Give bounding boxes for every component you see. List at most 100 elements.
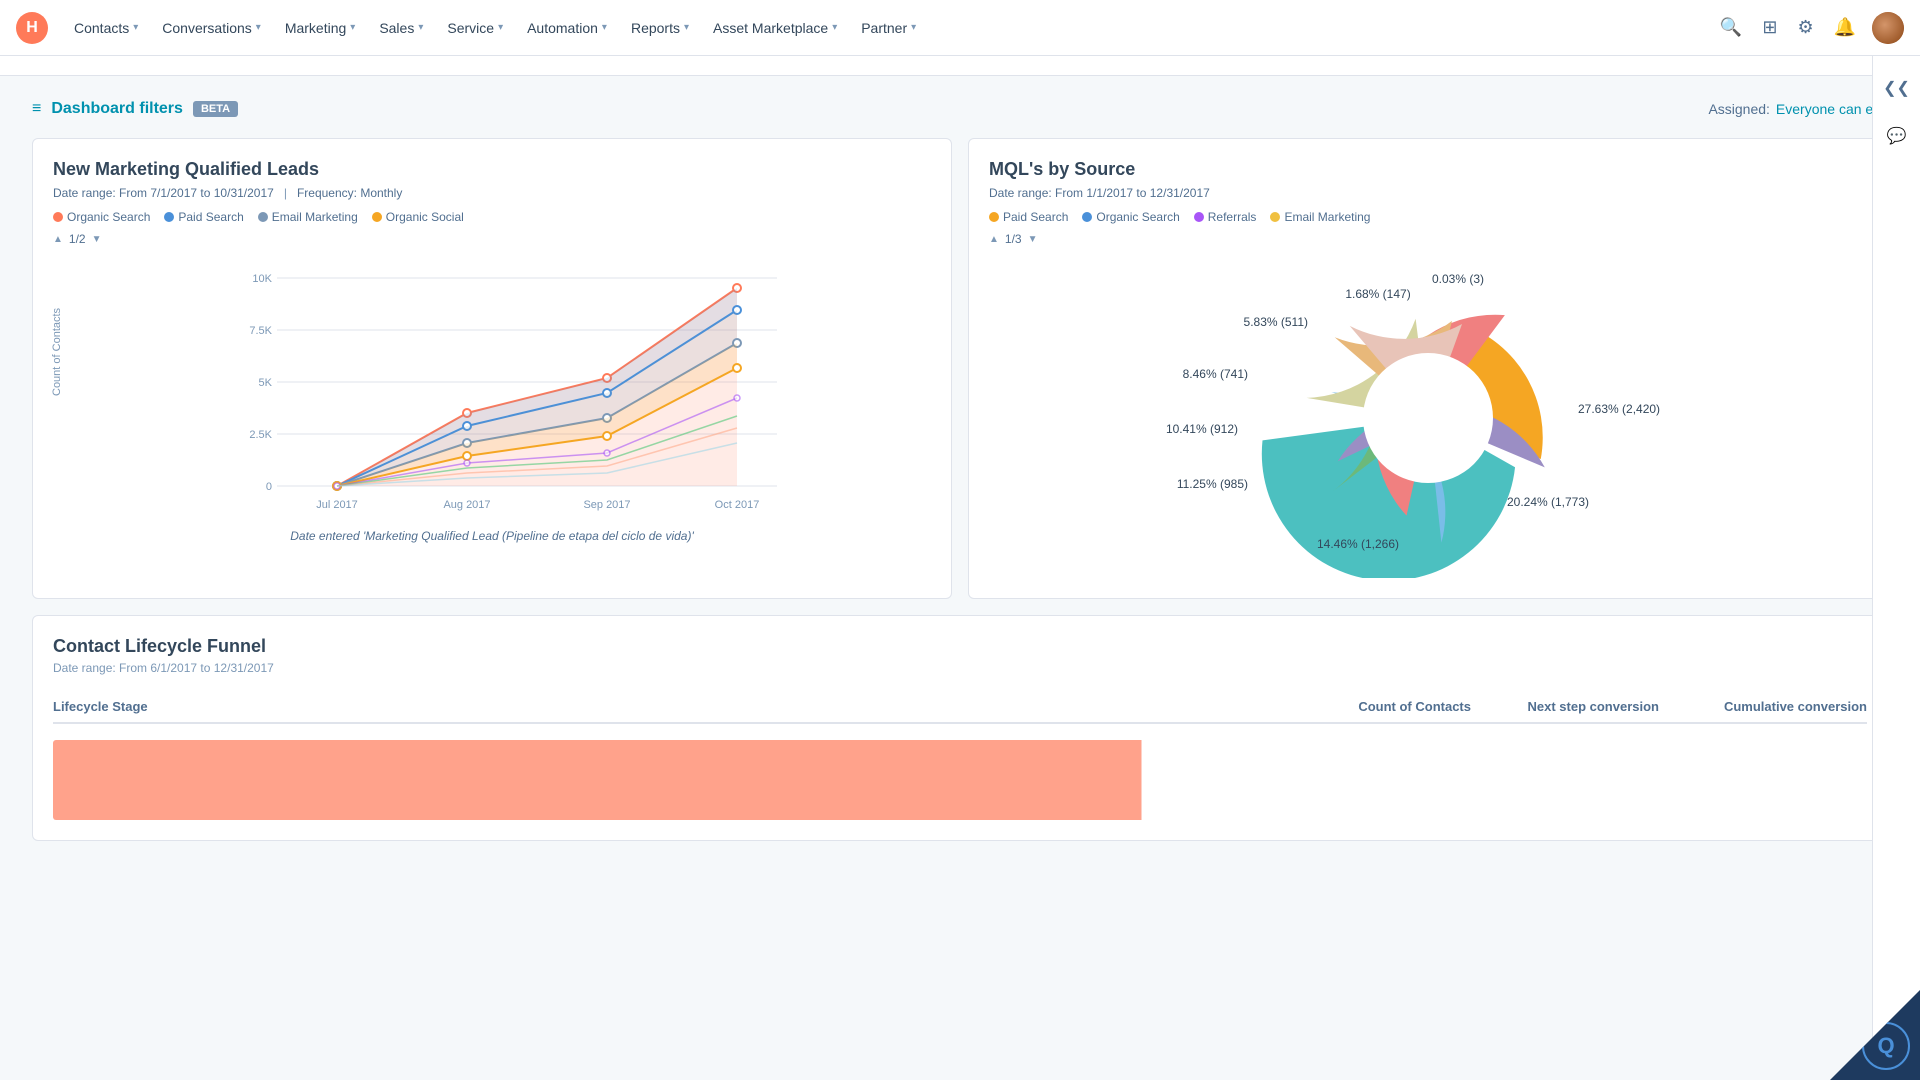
avatar-image	[1872, 12, 1904, 44]
chevron-down-icon: ▾	[350, 22, 355, 33]
notifications-icon[interactable]: 🔔	[1830, 13, 1860, 42]
legend-item-paid-search: Paid Search	[989, 210, 1068, 224]
chart2-date-range: Date range: From 1/1/2017 to 12/31/2017	[989, 186, 1867, 200]
chart1-legend: Organic Search Paid Search Email Marketi…	[53, 210, 931, 224]
legend-item-organic-social: Organic Social	[372, 210, 464, 224]
svg-text:11.25% (985): 11.25% (985)	[1177, 477, 1248, 491]
legend-dot-email	[1270, 212, 1280, 222]
beta-badge: BETA	[193, 101, 238, 117]
svg-text:14.46% (1,266): 14.46% (1,266)	[1317, 537, 1399, 551]
svg-text:2.5K: 2.5K	[249, 429, 272, 441]
nav-item-automation[interactable]: Automation ▾	[517, 14, 617, 42]
line-chart-container: Count of Contacts 10K 7.5K 5K 2.5K 0	[53, 258, 931, 521]
svg-text:10.41% (912): 10.41% (912)	[1166, 422, 1238, 436]
funnel-col-next-step: Next step conversion	[1479, 699, 1659, 714]
legend-item-paid-search: Paid Search	[164, 210, 243, 224]
funnel-title: Contact Lifecycle Funnel	[53, 636, 1867, 657]
nav-right-section: 🔍 ⊞ ⚙ 🔔	[1716, 12, 1904, 44]
svg-text:20.24% (1,773): 20.24% (1,773)	[1507, 495, 1589, 509]
marketplace-icon[interactable]: ⊞	[1758, 13, 1781, 42]
right-panel: ❮❮ 💬	[1872, 56, 1920, 1080]
nav-item-contacts[interactable]: Contacts ▾	[64, 14, 148, 42]
new-mql-chart-card: New Marketing Qualified Leads Date range…	[32, 138, 952, 599]
chevron-down-icon: ▾	[133, 22, 138, 33]
svg-text:0.03% (3): 0.03% (3)	[1432, 272, 1484, 286]
user-avatar[interactable]	[1872, 12, 1904, 44]
nav-item-asset-marketplace[interactable]: Asset Marketplace ▾	[703, 14, 847, 42]
chevron-down-icon: ▾	[418, 22, 423, 33]
legend-item-organic-search: Organic Search	[1082, 210, 1179, 224]
legend-item-email-marketing: Email Marketing	[258, 210, 358, 224]
svg-text:10K: 10K	[252, 273, 272, 285]
legend-item-email-marketing: Email Marketing	[1270, 210, 1370, 224]
chevron-down-icon: ▾	[498, 22, 503, 33]
nav-item-partner[interactable]: Partner ▾	[851, 14, 926, 42]
search-icon[interactable]: 🔍	[1716, 13, 1746, 42]
filters-bar: ≡ Dashboard filters BETA Assigned: Every…	[32, 100, 1888, 118]
legend-dot-paid	[989, 212, 999, 222]
svg-text:Aug 2017: Aug 2017	[443, 499, 490, 511]
legend-dot-email	[258, 212, 268, 222]
funnel-table-header: Lifecycle Stage Count of Contacts Next s…	[53, 691, 1867, 724]
svg-text:Jul 2017: Jul 2017	[316, 499, 358, 511]
help-badge-icon[interactable]: Q	[1862, 1022, 1910, 1070]
nav-item-service[interactable]: Service ▾	[437, 14, 513, 42]
hubspot-logo[interactable]: H	[16, 12, 48, 44]
svg-text:1.68% (147): 1.68% (147)	[1345, 287, 1410, 301]
chart2-pagination: ▲ 1/3 ▼	[989, 232, 1867, 246]
nav-item-reports[interactable]: Reports ▾	[621, 14, 699, 42]
nav-item-marketing[interactable]: Marketing ▾	[275, 14, 366, 42]
funnel-col-count: Count of Contacts	[1291, 699, 1471, 714]
legend-item-organic-search: Organic Search	[53, 210, 150, 224]
filters-left: ≡ Dashboard filters BETA	[32, 100, 238, 118]
donut-chart-svg: 27.63% (2,420) 20.24% (1,773) 14.46% (1,…	[1148, 258, 1708, 578]
chart1-title: New Marketing Qualified Leads	[53, 159, 931, 180]
filters-label[interactable]: Dashboard filters	[51, 100, 183, 118]
svg-text:Oct 2017: Oct 2017	[715, 499, 760, 511]
y-axis-label: Count of Contacts	[51, 307, 63, 395]
legend-dot-paid	[164, 212, 174, 222]
pagination-next-icon[interactable]: ▼	[1028, 234, 1038, 245]
content-wrapper: ☆ Lead Generation ▾ Create dashboard Act…	[0, 0, 1920, 1024]
nav-item-conversations[interactable]: Conversations ▾	[152, 14, 271, 42]
chart2-legend: Paid Search Organic Search Referrals Ema…	[989, 210, 1867, 224]
pagination-prev-icon[interactable]: ▲	[989, 234, 999, 245]
svg-text:5.83% (511): 5.83% (511)	[1244, 315, 1308, 329]
legend-item-referrals: Referrals	[1194, 210, 1257, 224]
filter-lines-icon: ≡	[32, 100, 41, 118]
assigned-section: Assigned: Everyone can edit	[1708, 101, 1888, 117]
collapse-icon[interactable]: ❮❮	[1877, 72, 1916, 104]
funnel-date: Date range: From 6/1/2017 to 12/31/2017	[53, 661, 1867, 675]
funnel-bar-row	[53, 740, 1867, 820]
assigned-label: Assigned:	[1708, 101, 1769, 117]
chart1-pagination: ▲ 1/2 ▼	[53, 232, 931, 246]
donut-chart-container: 27.63% (2,420) 20.24% (1,773) 14.46% (1,…	[989, 258, 1867, 578]
chat-icon[interactable]: 💬	[1881, 120, 1913, 152]
svg-text:0: 0	[266, 481, 272, 493]
svg-text:7.5K: 7.5K	[249, 325, 272, 337]
chevron-down-icon: ▾	[256, 22, 261, 33]
pagination-prev-icon[interactable]: ▲	[53, 234, 63, 245]
line-chart-svg: 10K 7.5K 5K 2.5K 0 Jul 2017 Aug 2017 Sep…	[103, 258, 931, 518]
svg-text:8.46% (741): 8.46% (741)	[1183, 367, 1248, 381]
svg-text:5K: 5K	[259, 377, 273, 389]
nav-items-container: Contacts ▾ Conversations ▾ Marketing ▾ S…	[64, 14, 1716, 42]
chart1-caption: Date entered 'Marketing Qualified Lead (…	[53, 529, 931, 543]
chevron-down-icon: ▾	[832, 22, 837, 33]
funnel-col-lifecycle: Lifecycle Stage	[53, 699, 1283, 714]
legend-dot-organic	[53, 212, 63, 222]
settings-icon[interactable]: ⚙	[1793, 13, 1817, 42]
pagination-next-icon[interactable]: ▼	[92, 234, 102, 245]
svg-text:27.63% (2,420): 27.63% (2,420)	[1578, 402, 1660, 416]
chevron-down-icon: ▾	[684, 22, 689, 33]
chart1-date-range: Date range: From 7/1/2017 to 10/31/2017 …	[53, 186, 931, 200]
funnel-card: Contact Lifecycle Funnel Date range: Fro…	[32, 615, 1888, 841]
mql-by-source-chart-card: MQL's by Source Date range: From 1/1/201…	[968, 138, 1888, 599]
nav-item-sales[interactable]: Sales ▾	[369, 14, 433, 42]
legend-dot-social	[372, 212, 382, 222]
chart2-title: MQL's by Source	[989, 159, 1867, 180]
top-navigation: H Contacts ▾ Conversations ▾ Marketing ▾…	[0, 0, 1920, 56]
chevron-down-icon: ▾	[911, 22, 916, 33]
funnel-col-cumulative: Cumulative conversion	[1667, 699, 1867, 714]
dashboard-area: ≡ Dashboard filters BETA Assigned: Every…	[0, 76, 1920, 865]
